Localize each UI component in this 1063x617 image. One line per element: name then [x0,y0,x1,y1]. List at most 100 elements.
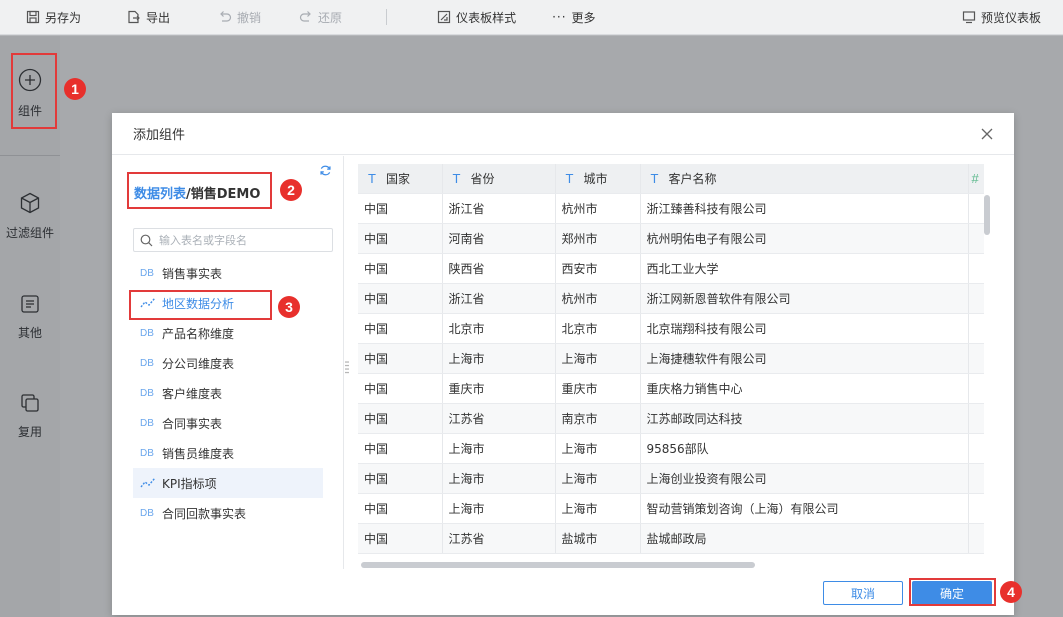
table-item-label: 销售员维度表 [162,446,235,461]
column-header-province[interactable]: T 省份 [442,164,556,194]
column-header-city[interactable]: T 城市 [555,164,641,194]
dialog-title: 添加组件 [133,128,186,143]
dashboard-style-button[interactable]: 仪表板样式 [429,0,524,35]
database-icon: DB [140,357,154,369]
table-item-contract-fact[interactable]: DB 合同事实表 [133,408,323,438]
table-item-salesperson-dim[interactable]: DB 销售员维度表 [133,438,323,468]
dialog-header: 添加组件 [112,113,1014,155]
save-as-button[interactable]: 另存为 [18,0,89,35]
rail-item-reuse[interactable]: 复用 [0,393,60,440]
table-row: 中国 江苏省 盐城市 盐城邮政局 [358,523,984,554]
table-cell: 杭州市 [555,193,641,224]
table-cell [968,253,984,284]
column-header-numeric[interactable]: # [968,164,984,194]
resize-handle-icon[interactable] [345,360,349,374]
column-header-country[interactable]: T 国家 [358,164,443,194]
table-cell [968,313,984,344]
table-item-label: 合同回款事实表 [162,506,247,521]
search-box [133,228,333,252]
table-cell: 北京瑞翔科技有限公司 [640,313,969,344]
table-item-product-dim[interactable]: DB 产品名称维度 [133,318,323,348]
table-cell: 中国 [358,343,443,374]
top-toolbar: 另存为 导出 撤销 还原 仪表板样式 ··· 更多 预览仪表板 [0,0,1063,35]
cancel-button[interactable]: 取消 [823,581,903,605]
text-type-icon: T [368,170,376,186]
redo-button[interactable]: 还原 [291,0,350,35]
table-cell: 上海市 [442,493,556,524]
toolbar-divider [386,9,388,25]
table-cell: 中国 [358,313,443,344]
table-cell: 盐城邮政局 [640,523,969,554]
table-cell [968,433,984,464]
table-cell: 上海市 [555,433,641,464]
undo-label: 撤销 [237,10,262,25]
table-item-sales-fact[interactable]: DB 销售事实表 [133,258,323,288]
table-cell [968,403,984,434]
preview-grid: T 国家 T 省份 T 城市 T 客户名称 # 中国 浙江省 杭州市 浙江臻善科技有限公司 中国… [358,164,984,554]
export-button[interactable]: 导出 [119,0,178,35]
table-cell: 盐城市 [555,523,641,554]
table-cell [968,343,984,374]
table-item-label: KPI指标项 [162,476,217,491]
dialog-footer: 取消 确定 [112,571,1014,615]
column-header-label: 省份 [470,171,495,186]
data-preview-table: T 国家 T 省份 T 城市 T 客户名称 # 中国 浙江省 杭州市 浙江臻善科技有限公司 中国… [358,164,984,570]
table-item-label: 分公司维度表 [162,356,235,371]
table-item-label: 销售事实表 [162,266,223,281]
vertical-scrollbar[interactable] [984,195,990,235]
table-cell: 江苏省 [442,523,556,554]
preview-dashboard-button[interactable]: 预览仪表板 [954,0,1049,35]
save-as-label: 另存为 [45,10,82,25]
column-header-customer[interactable]: T 客户名称 [640,164,969,194]
table-cell: 智动营销策划咨询（上海）有限公司 [640,493,969,524]
table-cell: 中国 [358,223,443,254]
table-row: 中国 上海市 上海市 上海创业投资有限公司 [358,463,984,494]
highlight-box-component [11,53,57,129]
table-cell: 中国 [358,403,443,434]
table-cell: 浙江臻善科技有限公司 [640,193,969,224]
table-item-customer-dim[interactable]: DB 客户维度表 [133,378,323,408]
table-cell: 中国 [358,433,443,464]
horizontal-scrollbar[interactable] [361,562,755,568]
table-item-branch-dim[interactable]: DB 分公司维度表 [133,348,323,378]
save-icon [26,10,40,24]
cube-icon [20,192,40,214]
more-button[interactable]: ··· 更多 [544,0,603,35]
undo-button[interactable]: 撤销 [210,0,269,35]
table-row: 中国 河南省 郑州市 杭州明佑电子有限公司 [358,223,984,254]
table-row: 中国 上海市 上海市 95856部队 [358,433,984,464]
column-header-label: 国家 [385,171,410,186]
table-item-kpi[interactable]: KPI指标项 [133,468,323,498]
table-cell: 河南省 [442,223,556,254]
step-badge-3: 3 [278,296,300,318]
column-header-label: 城市 [583,171,608,186]
refresh-icon[interactable] [319,164,332,177]
table-row: 中国 上海市 上海市 上海捷穗软件有限公司 [358,343,984,374]
undo-icon [220,11,232,22]
table-cell: 上海市 [555,463,641,494]
search-input[interactable] [159,233,319,247]
database-icon: DB [140,267,154,279]
rail-item-filter[interactable]: 过滤组件 [0,192,60,241]
rail-label-filter: 过滤组件 [5,226,54,240]
table-cell: 上海捷穗软件有限公司 [640,343,969,374]
highlight-box-breadcrumb [127,172,272,209]
document-icon [21,295,39,313]
rail-label-reuse: 复用 [17,425,42,439]
monitor-icon [962,11,976,24]
table-row: 中国 浙江省 杭州市 浙江臻善科技有限公司 [358,193,984,224]
table-cell [968,223,984,254]
table-cell: 浙江省 [442,193,556,224]
rail-item-other[interactable]: 其他 [0,294,60,341]
table-item-payment-fact[interactable]: DB 合同回款事实表 [133,498,323,528]
database-icon: DB [140,387,154,399]
table-cell: 浙江省 [442,283,556,314]
table-cell: 杭州明佑电子有限公司 [640,223,969,254]
step-badge-4: 4 [1000,581,1022,603]
table-item-label: 客户维度表 [162,386,223,401]
table-cell: 中国 [358,253,443,284]
database-icon: DB [140,327,154,339]
table-row: 中国 江苏省 南京市 江苏邮政同达科技 [358,403,984,434]
close-icon[interactable] [980,127,994,141]
table-cell: 中国 [358,463,443,494]
